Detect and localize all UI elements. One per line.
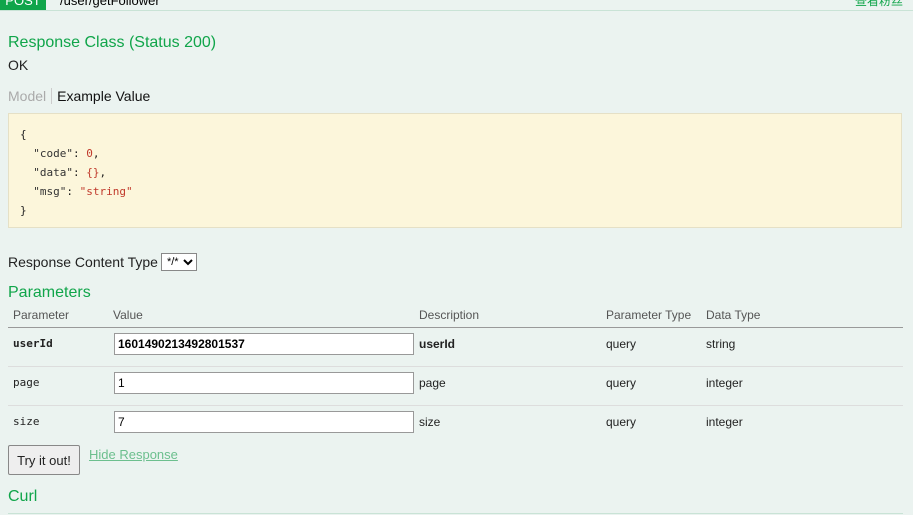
header-description: Description — [419, 308, 480, 322]
divider — [0, 10, 913, 11]
table-row: page page query integer — [8, 367, 903, 406]
param-data-type: string — [706, 337, 736, 351]
param-data-type: integer — [706, 376, 743, 390]
json-tail: , — [99, 166, 107, 179]
table-row: userId userId query string — [8, 328, 903, 367]
param-size-input[interactable] — [114, 411, 414, 433]
table-row: size size query integer — [8, 406, 903, 444]
response-class-title: Response Class (Status 200) — [8, 34, 217, 51]
param-name: userId — [13, 337, 53, 350]
tab-model[interactable]: Model — [8, 88, 53, 104]
header-value: Value — [113, 308, 143, 322]
json-sep: : — [66, 185, 80, 198]
response-content-type-row: Response Content Type */* — [8, 253, 197, 271]
param-type: query — [606, 376, 637, 390]
response-content-type-select[interactable]: */* — [160, 253, 197, 271]
example-value-box[interactable]: { "code": 0, "data": {}, "msg": "string"… — [8, 113, 902, 228]
json-key: "code" — [33, 147, 73, 160]
param-type: query — [606, 337, 637, 351]
json-line: "code": 0, — [20, 144, 901, 163]
curl-title: Curl — [8, 488, 38, 505]
json-value: {} — [86, 166, 100, 179]
param-description: userId — [419, 337, 456, 351]
divider — [8, 513, 903, 514]
param-userid-input[interactable] — [114, 333, 414, 355]
param-name: page — [13, 376, 40, 389]
json-line: "msg": "string" — [20, 182, 901, 201]
header-data-type: Data Type — [706, 308, 761, 322]
json-value: 0 — [86, 147, 93, 160]
param-page-input[interactable] — [114, 372, 414, 394]
json-key: "msg" — [33, 185, 67, 198]
json-open-brace: { — [20, 128, 27, 141]
tab-example-value[interactable]: Example Value — [52, 88, 150, 104]
header-parameter-type: Parameter Type — [606, 308, 692, 322]
param-data-type: integer — [706, 415, 743, 429]
endpoint-header[interactable]: POST /user/getFollower 查看粉丝 — [0, 0, 913, 11]
json-close-brace: } — [20, 204, 27, 217]
hide-response-link[interactable]: Hide Response — [89, 447, 178, 462]
param-name: size — [13, 415, 40, 428]
json-line: "data": {}, — [20, 163, 901, 182]
json-tail: , — [92, 147, 100, 160]
parameters-header: Parameter Value Description Parameter Ty… — [8, 306, 903, 328]
try-it-out-button[interactable]: Try it out! — [8, 445, 80, 475]
json-sep: : — [73, 147, 87, 160]
param-description: size — [419, 415, 441, 429]
json-key: "data" — [33, 166, 73, 179]
response-class-text: OK — [8, 57, 29, 73]
param-type: query — [606, 415, 637, 429]
parameters-title: Parameters — [8, 284, 91, 301]
json-sep: : — [73, 166, 87, 179]
parameters-table: Parameter Value Description Parameter Ty… — [8, 306, 903, 444]
header-parameter: Parameter — [13, 308, 70, 322]
json-value: "string" — [79, 185, 133, 198]
model-tabs: Model Example Value — [8, 88, 150, 104]
response-content-type-label: Response Content Type — [8, 254, 158, 270]
param-description: page — [419, 376, 446, 390]
